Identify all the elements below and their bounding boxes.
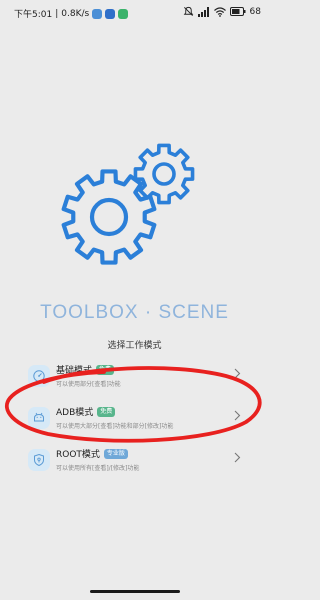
mode-description: 可以使用所有[查看]/[修改]功能 <box>56 465 140 472</box>
mode-option-adb[interactable]: ADB模式 免费 可以使用大部分[查看]功能和部分[修改]功能 <box>22 404 247 440</box>
app-notification-icon <box>118 8 129 19</box>
work-mode-prompt: 选择工作模式 <box>107 341 162 351</box>
status-separator: | <box>55 8 59 19</box>
mode-description: 可以使用大部分[查看]功能和部分[修改]功能 <box>56 423 174 430</box>
android-icon <box>28 407 50 429</box>
mode-option-basic[interactable]: 基础模式 免费 可以使用部分[查看]功能 <box>22 362 247 398</box>
battery-icon <box>229 7 246 16</box>
app-notification-icon <box>105 8 116 19</box>
app-brand-title: TOOLBOX · SCENE <box>40 302 229 323</box>
mode-description: 可以使用部分[查看]功能 <box>56 381 121 388</box>
mode-label: ROOT模式 <box>56 450 100 460</box>
chevron-right-icon <box>234 410 241 421</box>
signal-icon <box>197 6 210 17</box>
app-notification-icon <box>92 8 103 19</box>
home-indicator[interactable] <box>90 590 180 593</box>
mode-label: ADB模式 <box>56 408 94 418</box>
speedometer-icon <box>28 365 50 387</box>
status-bar: 下午5:01 | 0.8K/s 68 <box>0 0 269 28</box>
mode-option-root[interactable]: ROOT模式 专业版 可以使用所有[查看]/[修改]功能 <box>22 446 247 482</box>
free-badge: 免费 <box>97 406 116 417</box>
free-badge: 免费 <box>96 364 115 375</box>
chevron-right-icon <box>234 452 241 463</box>
net-speed: 0.8K/s <box>61 8 90 19</box>
chevron-right-icon <box>234 368 241 379</box>
gears-icon <box>60 140 210 290</box>
mode-label: 基础模式 <box>56 366 93 376</box>
wifi-icon <box>213 6 226 17</box>
shield-icon <box>28 449 50 471</box>
battery-level: 68 <box>249 6 261 17</box>
mute-icon <box>183 6 194 17</box>
pro-badge: 专业版 <box>103 448 128 459</box>
clock: 下午5:01 <box>14 10 53 20</box>
